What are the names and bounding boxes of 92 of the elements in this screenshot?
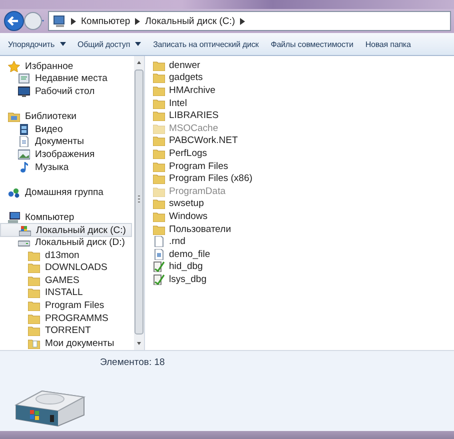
folder-icon [153, 198, 165, 210]
navigation-item[interactable]: Недавние места [0, 72, 132, 86]
film-icon [18, 124, 30, 135]
folder-icon [28, 262, 40, 274]
folder-icon [153, 160, 165, 172]
file-item[interactable]: HMArchive [153, 84, 454, 97]
computer-icon [53, 14, 66, 28]
breadcrumb[interactable]: Локальный диск (C:) [145, 16, 236, 26]
folder-icon [153, 72, 165, 84]
file-item[interactable]: demo_file [153, 248, 454, 260]
recent-places-icon [18, 73, 30, 84]
document-icon [153, 248, 165, 260]
navigation-item[interactable]: Компьютер [0, 211, 132, 224]
toolbar-button[interactable]: Упорядочить [4, 34, 70, 54]
toolbar-button[interactable]: Записать на оптический диск [149, 34, 263, 54]
music-note-icon [18, 162, 30, 173]
navigation-item[interactable]: DOWNLOADS [0, 262, 132, 274]
breadcrumb-arrow-icon[interactable] [135, 18, 140, 24]
folder-icon [28, 250, 40, 261]
navigation-item[interactable]: d13mon [0, 248, 132, 262]
folder-icon [28, 325, 40, 336]
folder-icon [153, 60, 165, 71]
file-item[interactable]: LIBRARIES [153, 109, 454, 122]
navigation-item[interactable]: Домашняя группа [0, 186, 132, 199]
star-icon [8, 60, 20, 72]
file-item[interactable]: lsys_dbg [153, 273, 454, 286]
file-item[interactable]: MSOCache [153, 122, 454, 135]
folder-icon [28, 287, 40, 298]
folder-icon [153, 210, 165, 222]
navigation-item[interactable]: Изображения [0, 148, 132, 161]
file-item[interactable]: Program Files (x86) [153, 172, 454, 185]
breadcrumb-arrow-icon[interactable] [71, 18, 76, 24]
folder-icon [153, 98, 165, 109]
folder-icon [28, 338, 40, 349]
script-file-icon [153, 261, 165, 272]
folder-icon [28, 274, 40, 286]
caret-icon [60, 42, 66, 46]
folder-icon [153, 122, 165, 134]
computer-icon [8, 212, 20, 223]
navigation-item[interactable]: INSTALL [0, 286, 132, 300]
scrollbar[interactable] [134, 56, 144, 350]
navigation-item[interactable]: Program Files [0, 299, 132, 312]
file-item[interactable]: .rnd [153, 235, 454, 248]
caret-icon [135, 42, 142, 46]
file-icon [153, 236, 165, 248]
file-item[interactable]: hid_dbg [153, 260, 454, 274]
breadcrumb-arrow-icon[interactable] [240, 18, 246, 24]
navigation-item[interactable]: GAMES [0, 274, 132, 287]
navigation-item[interactable]: Локальный диск (D:) [0, 236, 132, 249]
file-item[interactable]: Windows [153, 210, 454, 223]
document-icon [18, 136, 30, 148]
picture-icon [18, 148, 30, 160]
navigation-item[interactable]: TORRENT [0, 324, 132, 338]
library-icon [8, 111, 20, 122]
file-item[interactable]: denwer [153, 59, 454, 72]
toolbar-button[interactable]: Файлы совместимости [266, 34, 358, 54]
navigation-item[interactable]: Рабочий стол [0, 85, 132, 98]
navigation-item[interactable]: Документы [0, 136, 132, 148]
toolbar-button[interactable]: Новая папка [361, 34, 415, 54]
breadcrumb[interactable]: Компьютер [81, 16, 130, 26]
folder-icon [153, 110, 165, 122]
homegroup-icon [8, 186, 20, 198]
navigation-item[interactable]: Музыка [0, 160, 132, 174]
folder-icon [153, 224, 165, 235]
folder-icon [153, 148, 165, 159]
navigation-item[interactable]: Локальный диск (C:) [0, 222, 132, 238]
file-item[interactable]: PerfLogs [153, 147, 454, 160]
folder-icon [153, 135, 165, 146]
back-forward-buttons[interactable] [3, 11, 45, 31]
file-item[interactable]: Program Files [153, 160, 454, 172]
folder-icon [153, 186, 165, 197]
script-file-icon [153, 274, 165, 285]
folder-icon [28, 312, 40, 324]
file-item[interactable]: Пользователи [153, 222, 454, 236]
file-item[interactable]: swsetup [153, 198, 454, 210]
file-item[interactable]: Intel [153, 96, 454, 110]
navigation-item[interactable]: Библиотеки [0, 110, 132, 123]
toolbar-button[interactable]: Общий доступ [74, 34, 146, 54]
file-item[interactable]: PABCWork.NET [153, 134, 454, 148]
address-bar[interactable]: Компьютер Локальный диск (C:) [48, 11, 451, 31]
navigation-item[interactable]: Избранное [0, 60, 132, 73]
folder-icon [153, 84, 165, 96]
folder-icon [153, 173, 165, 184]
file-item[interactable]: gadgets [153, 72, 454, 84]
folder-icon [28, 300, 40, 312]
file-item[interactable]: ProgramData [153, 184, 454, 198]
desktop-icon [18, 86, 30, 97]
navigation-item[interactable]: Мои документы [0, 337, 132, 350]
navigation-item[interactable]: Видео [0, 122, 132, 136]
navigation-item[interactable]: PROGRAMMS [0, 312, 132, 324]
drive-icon [19, 224, 31, 236]
item-count: Элементов: 18 [100, 357, 165, 368]
